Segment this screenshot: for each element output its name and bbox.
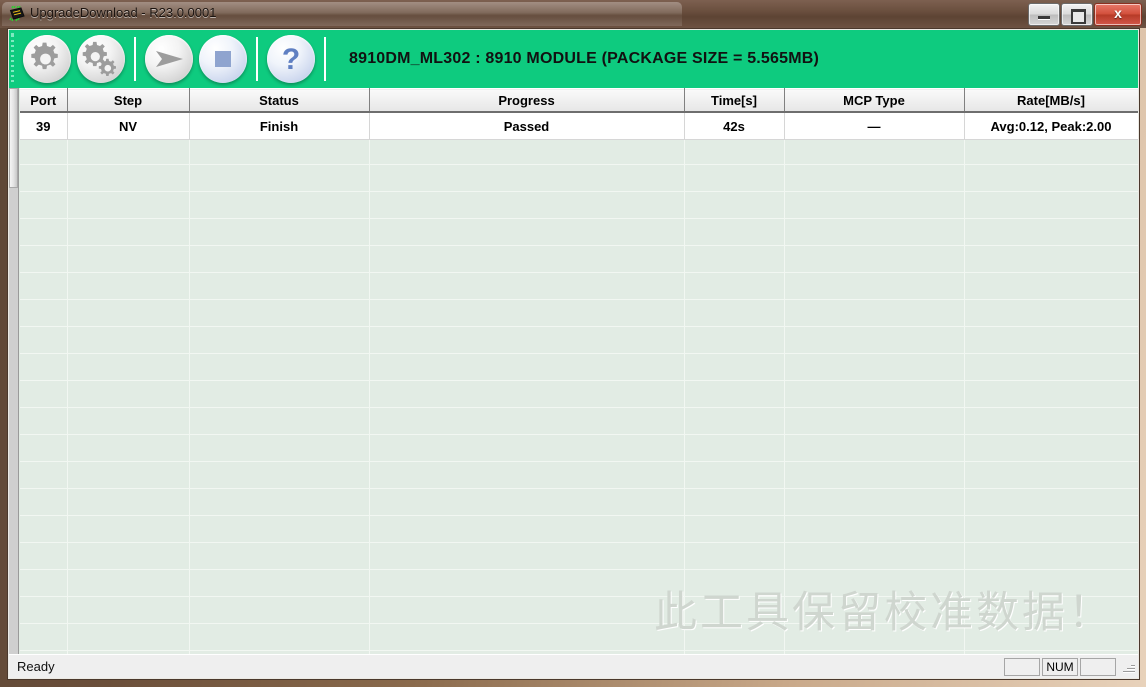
start-button[interactable] — [145, 35, 193, 83]
toolbar-separator-2 — [256, 37, 258, 81]
table-row[interactable]: 39 NV Finish Passed 42s — Avg:0.12, Peak… — [20, 112, 1138, 140]
status-message: Ready — [17, 659, 55, 674]
svg-text:?: ? — [282, 43, 300, 76]
toolbar: ? 8910DM_ML302 : 8910 MODULE (PACKAGE SI… — [9, 30, 1138, 88]
status-pane-num: NUM — [1042, 658, 1078, 676]
status-panes: NUM — [1004, 658, 1116, 676]
help-button[interactable]: ? — [267, 35, 315, 83]
minimize-icon — [1038, 16, 1050, 20]
options-button[interactable] — [77, 35, 125, 83]
status-pane-right — [1080, 658, 1116, 676]
window-title: UpgradeDownload - R23.0.0001 — [30, 5, 217, 20]
package-title: 8910DM_ML302 : 8910 MODULE (PACKAGE SIZE… — [349, 50, 820, 67]
gear-icon — [31, 42, 58, 70]
settings-button[interactable] — [23, 35, 71, 83]
question-mark-icon: ? — [282, 43, 300, 76]
status-pane-left — [1004, 658, 1040, 676]
column-header-port[interactable]: Port — [20, 88, 68, 113]
stop-square-icon — [215, 51, 231, 67]
grid-table: Port Step Status Progress Time[s] MCP Ty… — [20, 88, 1138, 140]
grid-vertical-scrollbar[interactable] — [9, 88, 19, 654]
client-area: ? 8910DM_ML302 : 8910 MODULE (PACKAGE SI… — [7, 28, 1140, 680]
play-arrow-icon — [156, 51, 183, 67]
chip-icon — [9, 6, 25, 22]
column-header-time[interactable]: Time[s] — [684, 88, 785, 113]
close-icon: x — [1114, 5, 1122, 21]
cell-status: Finish — [189, 112, 370, 140]
maximize-button[interactable] — [1061, 3, 1093, 26]
gears-icon — [82, 41, 116, 76]
close-button[interactable]: x — [1094, 3, 1142, 26]
minimize-button[interactable] — [1028, 3, 1060, 26]
toolbar-separator-3 — [324, 37, 326, 81]
cell-mcp-type: — — [784, 112, 965, 140]
stop-button[interactable] — [199, 35, 247, 83]
window-controls: x — [1027, 3, 1142, 26]
column-header-status[interactable]: Status — [189, 88, 370, 113]
column-header-mcp-type[interactable]: MCP Type — [784, 88, 965, 113]
application-window: UpgradeDownload - R23.0.0001 x ? 8910DM_… — [0, 0, 1146, 687]
grid-header-row: Port Step Status Progress Time[s] MCP Ty… — [20, 88, 1138, 113]
column-header-progress[interactable]: Progress — [369, 88, 685, 113]
grid-table-area: Port Step Status Progress Time[s] MCP Ty… — [20, 88, 1138, 654]
title-bar[interactable]: UpgradeDownload - R23.0.0001 x — [0, 0, 1146, 28]
cell-step: NV — [67, 112, 190, 140]
port-grid: Port Step Status Progress Time[s] MCP Ty… — [9, 88, 1138, 654]
cell-progress: Passed — [369, 112, 685, 140]
cell-rate: Avg:0.12, Peak:2.00 — [964, 112, 1138, 140]
column-header-step[interactable]: Step — [67, 88, 190, 113]
cell-time: 42s — [684, 112, 785, 140]
maximize-icon — [1071, 9, 1086, 24]
resize-grip-icon[interactable] — [1121, 662, 1135, 676]
cell-port: 39 — [20, 112, 68, 140]
toolbar-gripper[interactable] — [10, 33, 17, 85]
status-bar: Ready NUM — [9, 654, 1138, 678]
column-header-rate[interactable]: Rate[MB/s] — [964, 88, 1138, 113]
scrollbar-thumb[interactable] — [9, 88, 18, 188]
toolbar-separator-1 — [134, 37, 136, 81]
